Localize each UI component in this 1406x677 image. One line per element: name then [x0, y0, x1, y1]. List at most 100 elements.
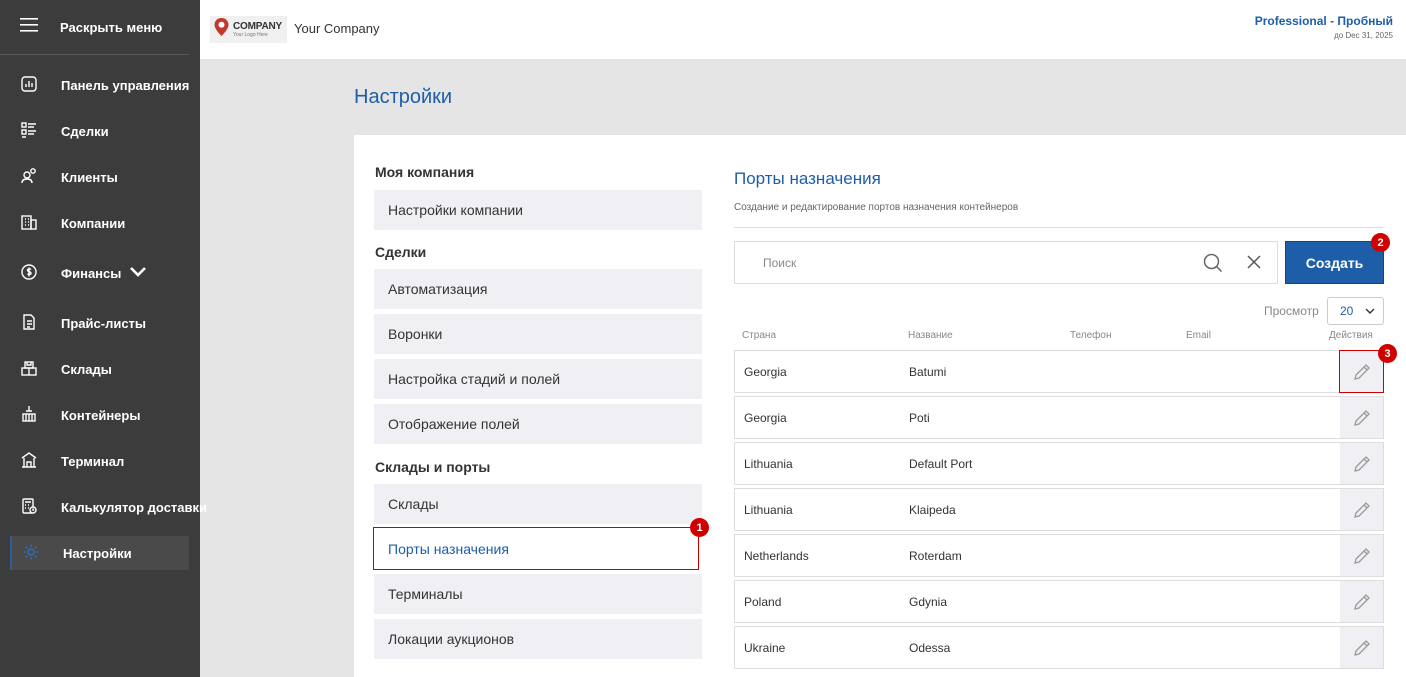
section-title-warehouses-ports: Склады и порты	[375, 459, 491, 475]
annotation-badge-1: 1	[690, 518, 709, 537]
sidebar-item-warehouses[interactable]: Склады	[10, 352, 189, 386]
edit-button[interactable]	[1339, 350, 1384, 393]
sidebar-item-label: Сделки	[61, 123, 109, 139]
column-header-country[interactable]: Страна	[742, 330, 776, 341]
pencil-icon	[1353, 639, 1370, 656]
finance-icon	[20, 263, 38, 284]
column-header-name[interactable]: Название	[908, 330, 953, 341]
page-title: Настройки	[354, 86, 453, 108]
divider	[734, 227, 1383, 228]
pencil-icon	[1353, 363, 1370, 380]
cell-country: Poland	[744, 595, 782, 609]
menu-item-warehouses[interactable]: Склады	[374, 484, 702, 524]
cell-name: Default Port	[909, 457, 973, 471]
deals-icon	[20, 121, 38, 142]
cell-name: Poti	[909, 411, 930, 425]
sidebar-item-label: Панель управления	[61, 77, 190, 93]
cell-country: Ukraine	[744, 641, 786, 655]
sidebar-item-containers[interactable]: Контейнеры	[10, 398, 189, 432]
sidebar-item-label: Клиенты	[61, 169, 118, 185]
cell-country: Georgia	[744, 411, 787, 425]
column-header-phone[interactable]: Телефон	[1070, 330, 1111, 341]
sidebar: Раскрыть меню Панель управления Сделки К…	[0, 0, 207, 677]
sidebar-item-dashboard[interactable]: Панель управления	[10, 68, 189, 102]
sidebar-item-terminal[interactable]: Терминал	[10, 444, 189, 478]
sidebar-item-finance[interactable]: Финансы	[10, 256, 189, 290]
cell-name: Klaipeda	[909, 503, 956, 517]
ports-title: Порты назначения	[734, 169, 881, 188]
edit-button[interactable]	[1340, 535, 1383, 576]
menu-toggle-label: Раскрыть меню	[60, 19, 163, 35]
sidebar-item-settings[interactable]: Настройки	[10, 536, 189, 570]
menu-item-destination-ports[interactable]: Порты назначения	[373, 527, 699, 570]
menu-item-automation[interactable]: Автоматизация	[374, 269, 702, 309]
menu-toggle-button[interactable]: Раскрыть меню	[0, 0, 189, 55]
sidebar-item-clients[interactable]: Клиенты	[10, 160, 189, 194]
sidebar-item-delivery-calculator[interactable]: Калькулятор доставки	[10, 490, 207, 524]
table-row[interactable]: Ukraine Odessa	[734, 626, 1384, 669]
table-row[interactable]: Georgia Batumi	[734, 350, 1384, 393]
sidebar-item-deals[interactable]: Сделки	[10, 114, 189, 148]
cell-name: Batumi	[909, 365, 947, 379]
cell-country: Georgia	[744, 365, 787, 379]
edit-button[interactable]	[1340, 443, 1383, 484]
menu-item-company-settings[interactable]: Настройки компании	[374, 190, 702, 230]
companies-icon	[20, 213, 38, 234]
annotation-badge-2: 2	[1371, 233, 1390, 252]
edit-button[interactable]	[1340, 489, 1383, 530]
clear-icon[interactable]	[1247, 255, 1261, 274]
search-box[interactable]: Поиск	[734, 241, 1278, 284]
menu-item-funnels[interactable]: Воронки	[374, 314, 702, 354]
create-button[interactable]: Создать	[1285, 241, 1384, 284]
pencil-icon	[1353, 501, 1370, 518]
edit-button[interactable]	[1340, 581, 1383, 622]
price-list-icon	[20, 313, 38, 334]
sidebar-item-companies[interactable]: Компании	[10, 206, 189, 240]
edit-button[interactable]	[1340, 397, 1383, 438]
menu-item-stages-fields[interactable]: Настройка стадий и полей	[374, 359, 702, 399]
plan-expiry: до Dec 31, 2025	[1334, 31, 1393, 40]
annotation-badge-3: 3	[1378, 344, 1397, 363]
table-row[interactable]: Lithuania Klaipeda	[734, 488, 1384, 531]
logo-sub-text: Your Logo Here	[233, 31, 268, 38]
calculator-icon	[20, 497, 38, 518]
company-logo[interactable]: COMPANY Your Logo Here	[210, 16, 287, 43]
page-size-select[interactable]: 20	[1327, 297, 1384, 325]
logo-main-text: COMPANY	[233, 20, 282, 32]
edit-button[interactable]	[1340, 627, 1383, 668]
terminal-icon	[20, 451, 38, 472]
dashboard-icon	[20, 75, 38, 96]
table-row[interactable]: Poland Gdynia	[734, 580, 1384, 623]
table-row[interactable]: Netherlands Roterdam	[734, 534, 1384, 577]
settings-panel: Моя компания Настройки компании Сделки А…	[354, 135, 1406, 677]
plan-name: Professional - Пробный	[1254, 14, 1393, 28]
company-name: Your Company	[294, 21, 380, 36]
sidebar-item-label: Калькулятор доставки	[61, 499, 208, 515]
cell-country: Lithuania	[744, 503, 793, 517]
column-header-email[interactable]: Email	[1186, 330, 1211, 341]
sidebar-item-label: Склады	[61, 361, 112, 377]
search-icon[interactable]	[1203, 253, 1223, 278]
menu-item-terminals[interactable]: Терминалы	[374, 574, 702, 614]
chevron-down-icon	[1365, 308, 1375, 314]
table-row[interactable]: Lithuania Default Port	[734, 442, 1384, 485]
sidebar-item-label: Настройки	[63, 545, 132, 561]
search-input[interactable]: Поиск	[763, 256, 796, 270]
column-header-actions: Действия	[1329, 330, 1373, 341]
sidebar-item-price-lists[interactable]: Прайс-листы	[10, 306, 189, 340]
plan-info[interactable]: Professional - Пробный до Dec 31, 2025	[1255, 14, 1393, 40]
map-pin-logo-icon	[213, 17, 230, 42]
table-row[interactable]: Georgia Poti	[734, 396, 1384, 439]
top-header: COMPANY Your Logo Here Your Company Prof…	[200, 0, 1406, 59]
page-size-value: 20	[1340, 304, 1354, 318]
settings-icon	[22, 543, 40, 564]
menu-item-auction-locations[interactable]: Локации аукционов	[374, 619, 702, 659]
menu-item-field-display[interactable]: Отображение полей	[374, 404, 702, 444]
sidebar-item-label: Терминал	[61, 453, 125, 469]
section-title-deals: Сделки	[375, 244, 427, 260]
sidebar-item-label: Компании	[61, 215, 126, 231]
view-label: Просмотр	[1264, 304, 1319, 318]
warehouse-icon	[20, 359, 38, 380]
sidebar-item-label: Финансы	[61, 265, 122, 281]
cell-name: Gdynia	[909, 595, 948, 609]
